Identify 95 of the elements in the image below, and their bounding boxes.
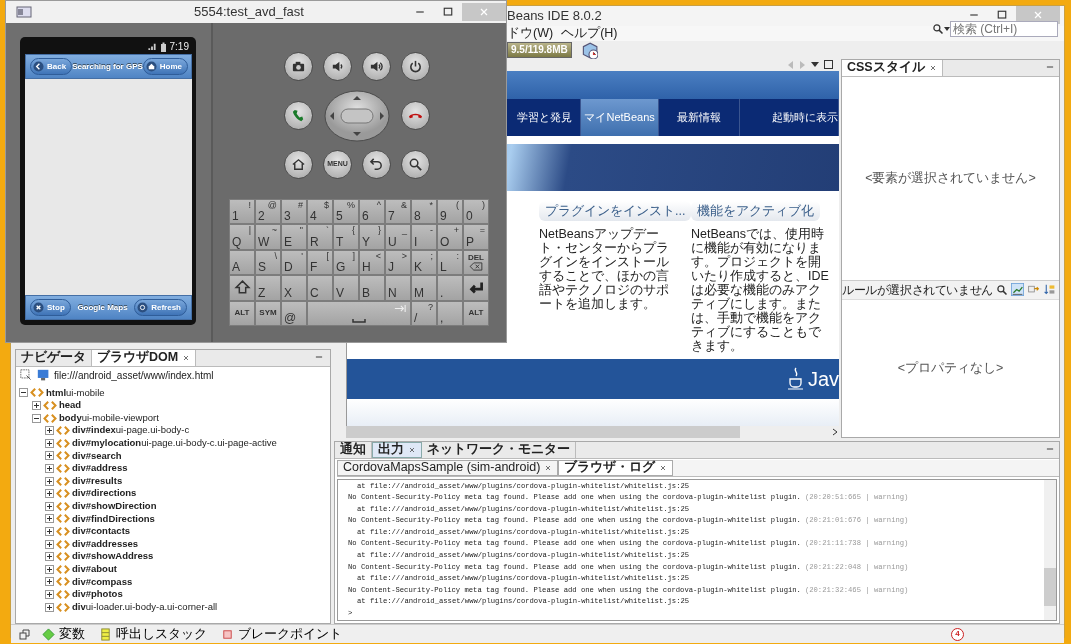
tree-node-label[interactable]: htmlui-mobile [46, 386, 105, 400]
tab[interactable]: 出力 [372, 441, 422, 458]
status-tab[interactable]: 呼出しスタック [97, 624, 209, 644]
card-title-link[interactable]: プラグインをインスト... [539, 200, 692, 222]
tree-node-label[interactable]: div#contacts [72, 525, 131, 538]
nav-link[interactable]: 起動時に表示 [740, 98, 839, 136]
tree-node-label[interactable]: div#address [72, 462, 128, 475]
tree-node-label[interactable]: bodyui-mobile-viewport [59, 411, 159, 425]
empty-message: <要素が選択されていません> [865, 169, 1036, 187]
key[interactable]: 7 & [385, 199, 411, 225]
key[interactable]: P = [463, 224, 489, 250]
key[interactable]: Q | [229, 224, 255, 250]
stop-button[interactable]: Stop [30, 299, 71, 316]
key[interactable]: 9 ( [437, 199, 463, 225]
key[interactable]: B [359, 275, 385, 301]
clock: 7:19 [169, 40, 189, 54]
tree-node-label[interactable]: div#compass [72, 575, 133, 589]
key[interactable]: F [ [307, 249, 333, 276]
key[interactable]: N [385, 275, 411, 301]
key[interactable]: C [307, 275, 333, 301]
card-description: NetBeansでは、使用時に機能が有効になります。プロジェクトを開いたり作成すると、IDEは必要な機能のみアクティブにします。または、手動で機能をアクティブにすることもできます。 [691, 227, 830, 354]
tab[interactable]: ブラウザDOM [92, 349, 197, 366]
key[interactable]: 8 * [411, 199, 437, 225]
key[interactable]: / ? [411, 300, 437, 326]
key[interactable]: 1 ! [229, 199, 255, 225]
notification-badge[interactable]: 4 [951, 627, 964, 641]
home-button[interactable]: Home [142, 58, 189, 75]
key[interactable]: O + [437, 224, 463, 250]
tab[interactable]: ネットワーク・モニター [422, 441, 576, 458]
key[interactable]: ALT [229, 300, 255, 326]
key[interactable]: @ [281, 300, 307, 326]
key[interactable]: 2 @ [255, 199, 281, 225]
search-field[interactable]: 検索 (Ctrl+I) [950, 21, 1058, 37]
key[interactable]: K ; [411, 249, 437, 276]
tree-node-label[interactable]: divui-loader.ui-body-a.ui-corner-all [72, 600, 218, 614]
tab[interactable]: CSSスタイル [842, 59, 943, 76]
key[interactable]: 4 $ [307, 199, 333, 225]
status-tab[interactable]: ブレークポイント [219, 624, 344, 644]
key[interactable]: DEL [463, 249, 489, 276]
key[interactable]: X [281, 275, 307, 301]
key[interactable]: U _ [385, 224, 411, 250]
tree-node-label[interactable]: head [59, 399, 82, 412]
window-title: Beans IDE 8.0.2 [507, 7, 602, 25]
key[interactable]: D ' [281, 249, 307, 276]
key[interactable]: 3 # [281, 199, 307, 225]
tree-node-label[interactable]: div#search [72, 449, 122, 463]
tree-node-label[interactable]: div#directions [72, 487, 137, 500]
tree-node-label[interactable]: div#findDirections [72, 512, 155, 526]
tree-node-label[interactable]: div#addresses [72, 537, 138, 551]
key[interactable]: L : [437, 249, 463, 276]
key[interactable]: H < [359, 249, 385, 276]
tab[interactable]: ブラウザ・ログ [558, 459, 674, 476]
nav-tab[interactable]: マイNetBeans [581, 98, 660, 136]
page-title: Google Maps [77, 301, 128, 314]
key[interactable]: ALT [463, 300, 489, 326]
key[interactable]: , [437, 300, 463, 326]
card-title-link[interactable]: 機能をアクティブ化 [691, 200, 820, 222]
key[interactable]: I - [411, 224, 437, 250]
key[interactable]: G ] [333, 249, 359, 276]
key[interactable]: 6 ^ [359, 199, 385, 225]
tab[interactable]: CordovaMapsSample (sim-android) [337, 459, 559, 476]
tree-node-label[interactable]: div#showAddress [72, 550, 154, 563]
key[interactable]: T { [333, 224, 359, 250]
menu-item[interactable]: ドウ(W) [507, 23, 554, 43]
key[interactable]: E " [281, 224, 307, 250]
url-text: file:///android_asset/www/index.html [54, 369, 214, 384]
key[interactable]: Y } [359, 224, 385, 250]
card-description: NetBeansアップデート・センターからプラグインをインストールすることで、ほかの言語やテクノロジのサポートを追加します。 [539, 227, 670, 312]
key[interactable]: A [229, 249, 255, 276]
tree-node-label[interactable]: div#indexui-page.ui-body-c [72, 424, 190, 437]
key[interactable]: V [333, 275, 359, 301]
tree-node-label[interactable]: div#mylocationui-page.ui-body-c.ui-page-active [72, 437, 277, 450]
key[interactable]: W ~ [255, 224, 281, 250]
tree-node-label[interactable]: div#results [72, 474, 123, 488]
tree-node-label[interactable]: div#showDirection [72, 499, 157, 513]
page-title: Searching for GPS [72, 60, 143, 73]
key[interactable]: SYM [255, 300, 281, 326]
logo-text: Jav [807, 369, 839, 390]
key[interactable]: . [437, 275, 463, 301]
status-tab[interactable]: 変数 [40, 624, 87, 644]
menu-item[interactable]: ヘルプ(H) [561, 23, 618, 43]
tree-node-label[interactable]: div#photos [72, 588, 123, 601]
empty-message: <プロパティなし> [897, 359, 1004, 377]
tree-node-label[interactable]: div#about [72, 562, 117, 576]
rule-text: ルールが選択されていません [842, 281, 993, 299]
key[interactable]: M [411, 275, 437, 301]
key[interactable]: R ` [307, 224, 333, 250]
key[interactable]: 0 ) [463, 199, 489, 225]
key[interactable]: J > [385, 249, 411, 276]
back-button[interactable]: Back [30, 58, 73, 75]
nav-tab[interactable]: 最新情報 [659, 98, 740, 136]
key[interactable]: Z [255, 275, 281, 301]
key[interactable]: 5 % [333, 199, 359, 225]
key[interactable]: S \ [255, 249, 281, 276]
window-title: 5554:test_avd_fast [193, 3, 305, 22]
